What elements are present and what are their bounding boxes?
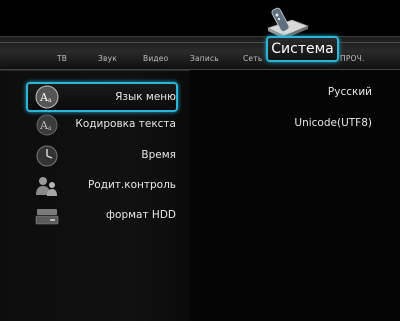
tab-bar — [0, 36, 400, 70]
settings-menu-panel: A a Язык меню A a Кодировка текста Время… — [0, 70, 190, 321]
svg-text:a: a — [48, 125, 52, 132]
text-encoding-icon: A a — [36, 114, 58, 136]
menu-item-label: формат HDD — [106, 209, 176, 221]
tab-sound[interactable]: Звук — [98, 54, 117, 63]
menu-item-hdd-format[interactable]: формат HDD — [0, 203, 190, 229]
tab-system-label: Система — [271, 41, 334, 57]
menu-item-label: Язык меню — [115, 91, 176, 103]
tab-video[interactable]: Видео — [143, 54, 168, 63]
menu-language-value: Русский — [327, 86, 372, 98]
top-band — [0, 0, 400, 36]
menu-item-parental-control[interactable]: Родит.контроль — [0, 173, 190, 199]
tab-bar-ridge — [0, 42, 400, 43]
svg-text:a: a — [48, 97, 52, 104]
tab-system[interactable]: Система — [266, 36, 339, 62]
menu-item-label: Родит.контроль — [87, 179, 176, 191]
language-icon: A a — [35, 85, 59, 109]
text-encoding-value: Unicode(UTF8) — [294, 117, 372, 129]
parental-control-icon — [36, 177, 57, 196]
menu-item-menu-language[interactable]: A a Язык меню — [0, 82, 190, 112]
tab-network[interactable]: Сеть — [243, 54, 262, 63]
tab-tv[interactable]: ТВ — [57, 54, 67, 63]
tab-record[interactable]: Запись — [190, 54, 219, 63]
remote-and-box-icon — [266, 7, 310, 39]
hdd-icon — [35, 209, 59, 225]
menu-item-label: Кодировка текста — [75, 118, 176, 130]
menu-item-time[interactable]: Время — [0, 143, 190, 169]
tab-misc[interactable]: ПРОЧ. — [340, 54, 365, 63]
menu-item-label: Время — [141, 149, 176, 161]
menu-item-text-encoding[interactable]: A a Кодировка текста — [0, 112, 190, 138]
clock-icon — [36, 145, 58, 167]
